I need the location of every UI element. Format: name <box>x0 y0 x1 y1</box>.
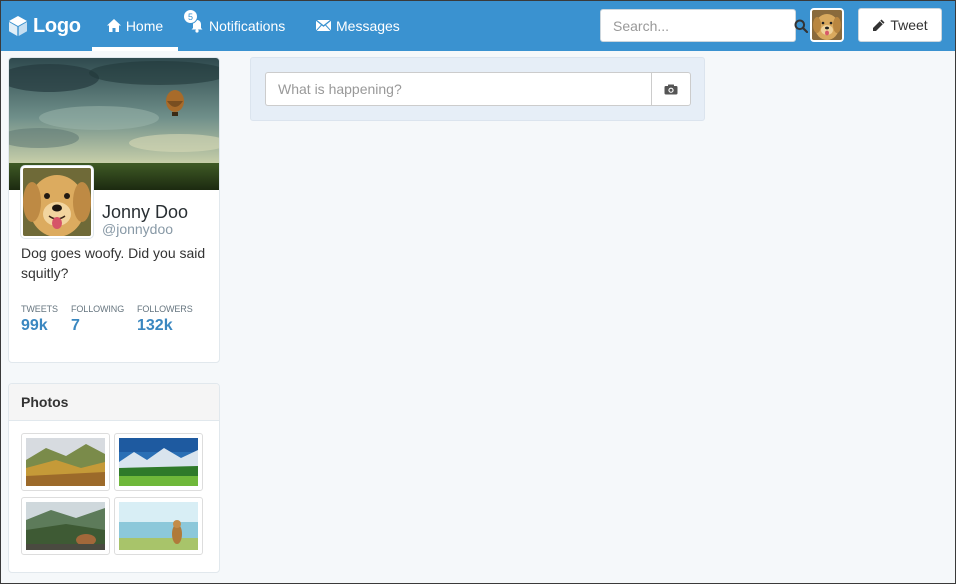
stat-tweets[interactable]: TWEETS 99k <box>21 304 58 335</box>
nav-messages-label: Messages <box>336 17 400 34</box>
tweet-button[interactable]: Tweet <box>858 8 942 42</box>
profile-handle[interactable]: @jonnydoo <box>102 221 173 237</box>
nav-notifications[interactable]: Notifications <box>190 0 285 51</box>
photo-thumbnail[interactable] <box>21 433 110 491</box>
photo-thumbnail[interactable] <box>114 433 203 491</box>
stat-following[interactable]: FOLLOWING 7 <box>71 304 124 335</box>
logo-cube-icon <box>9 16 27 36</box>
profile-name[interactable]: Jonny Doo <box>102 202 188 223</box>
top-navbar: Logo Home 5 Notifications Messages Searc… <box>0 0 956 51</box>
photo-thumbnail[interactable] <box>21 497 110 555</box>
photo-image <box>119 438 198 486</box>
tweet-composer <box>250 57 705 121</box>
pencil-icon <box>873 19 885 31</box>
photo-thumbnail[interactable] <box>114 497 203 555</box>
stat-value: 132k <box>137 317 173 334</box>
dog-avatar-image <box>812 10 842 40</box>
camera-icon <box>664 84 678 94</box>
photo-image <box>26 502 105 550</box>
compose-input[interactable] <box>265 72 651 106</box>
stat-label: TWEETS <box>21 304 58 314</box>
tweet-button-label: Tweet <box>890 17 928 33</box>
add-photo-button[interactable] <box>651 72 691 106</box>
stat-label: FOLLOWING <box>71 304 125 314</box>
photo-image <box>119 502 198 550</box>
user-avatar[interactable] <box>810 8 844 42</box>
nav-home-label: Home <box>125 17 164 34</box>
stat-label: FOLLOWERS <box>137 304 193 314</box>
nav-notifications-label: Notifications <box>209 17 286 34</box>
stat-followers[interactable]: FOLLOWERS 132k <box>137 304 193 335</box>
profile-bio: Dog goes woofy. Did you said squitly? <box>21 245 206 281</box>
profile-picture[interactable] <box>21 166 93 238</box>
nav-messages[interactable]: Messages <box>316 0 400 51</box>
home-icon <box>106 19 121 32</box>
photos-card: Photos <box>8 383 220 573</box>
brand-text: Logo <box>33 14 81 37</box>
search-button[interactable] <box>794 19 808 33</box>
photo-image <box>26 438 105 486</box>
stat-value: 7 <box>71 317 80 334</box>
search-input[interactable] <box>601 10 794 41</box>
dog-profile-image <box>23 168 91 236</box>
search-box <box>600 9 808 42</box>
nav-home[interactable]: Home <box>92 0 178 51</box>
photos-title: Photos <box>9 384 219 421</box>
search-icon <box>794 19 808 33</box>
stat-value: 99k <box>21 317 48 334</box>
brand-logo[interactable]: Logo <box>8 12 81 40</box>
notifications-badge: 5 <box>183 9 198 24</box>
profile-card: Jonny Doo @jonnydoo Dog goes woofy. Did … <box>8 57 220 363</box>
envelope-icon <box>316 20 331 31</box>
